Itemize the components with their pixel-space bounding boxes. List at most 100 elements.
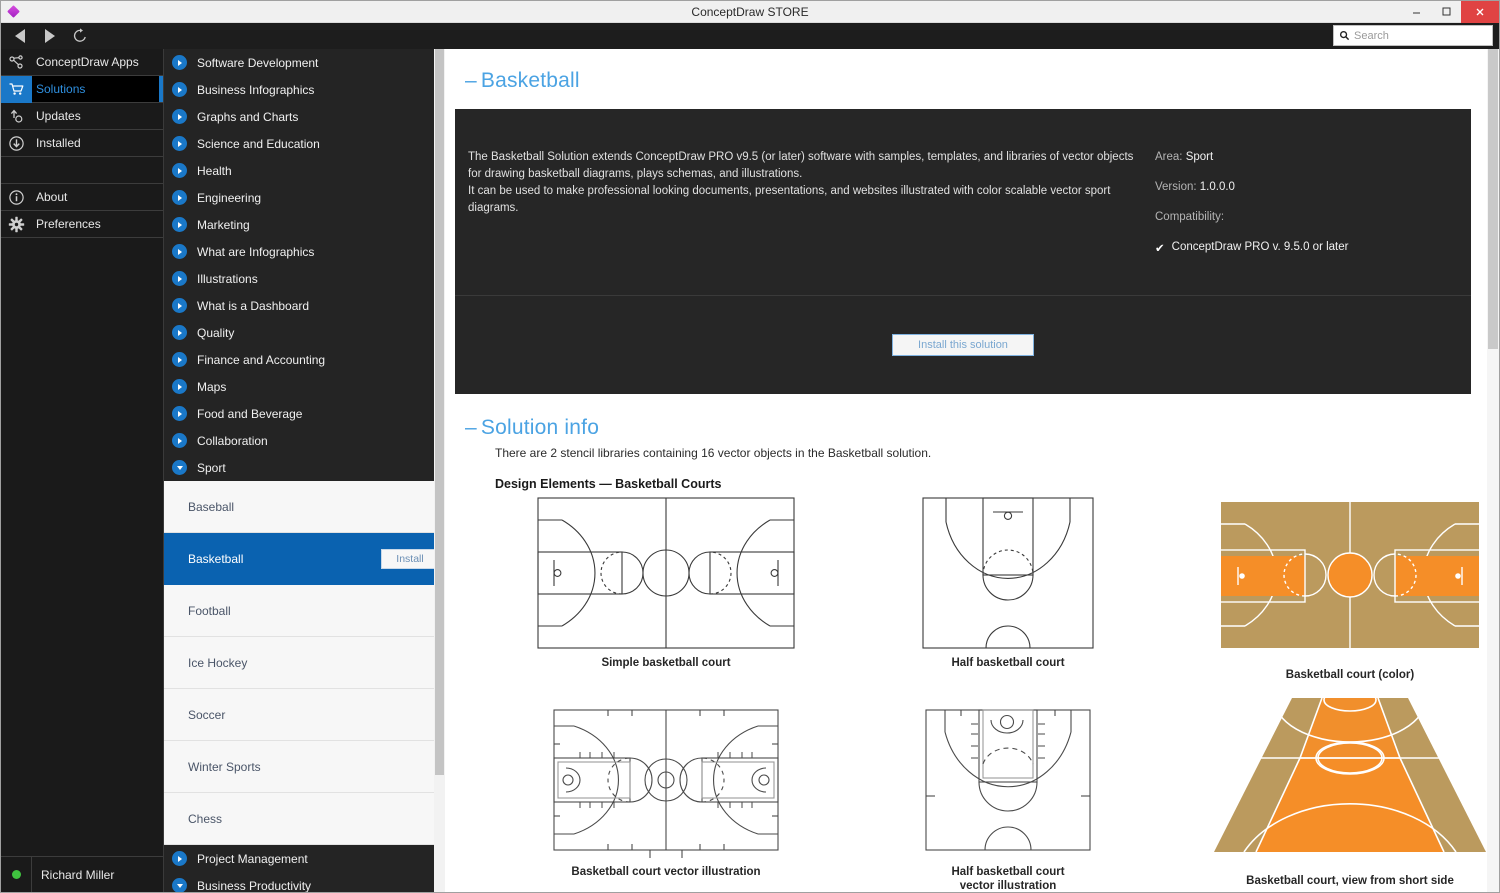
solution-summary-panel: The Basketball Solution extends ConceptD… — [455, 109, 1471, 394]
chevron-right-icon[interactable] — [172, 406, 187, 421]
solution-item-winter-sports[interactable]: Winter Sports — [164, 741, 445, 793]
chevron-right-icon[interactable] — [172, 244, 187, 259]
search-box[interactable] — [1333, 25, 1493, 46]
sidebar-item-installed[interactable]: Installed — [1, 130, 163, 157]
chevron-right-icon[interactable] — [172, 109, 187, 124]
category-item-label: Collaboration — [197, 433, 268, 448]
category-item-business-productivity[interactable]: Business Productivity — [164, 872, 445, 892]
category-item-label: Graphs and Charts — [197, 109, 299, 124]
meta-version: Version: 1.0.0.0 — [1155, 181, 1455, 193]
stencil-item[interactable]: Basketball court (color) — [1179, 497, 1487, 682]
chevron-right-icon[interactable] — [172, 163, 187, 178]
chevron-down-icon[interactable] — [172, 460, 187, 475]
category-item-sport[interactable]: Sport — [164, 454, 445, 481]
category-item-quality[interactable]: Quality — [164, 319, 445, 346]
solution-item-soccer[interactable]: Soccer — [164, 689, 445, 741]
solution-metadata: Area: Sport Version: 1.0.0.0 Compatibili… — [1155, 149, 1455, 255]
forward-arrow-icon[interactable] — [41, 27, 59, 45]
category-item-software-development[interactable]: Software Development — [164, 49, 445, 76]
detail-scrollbar-thumb[interactable] — [1488, 49, 1498, 349]
category-item-marketing[interactable]: Marketing — [164, 211, 445, 238]
close-button[interactable] — [1461, 0, 1499, 23]
stencil-caption: Basketball court, view from short side — [1246, 875, 1454, 887]
category-item-graphs-and-charts[interactable]: Graphs and Charts — [164, 103, 445, 130]
sidebar-item-label: Solutions — [36, 82, 86, 96]
category-item-business-infographics[interactable]: Business Infographics — [164, 76, 445, 103]
sidebar-item-label: Updates — [36, 109, 81, 123]
chevron-right-icon[interactable] — [172, 298, 187, 313]
search-input[interactable] — [1354, 29, 1484, 42]
category-item-project-management[interactable]: Project Management — [164, 845, 445, 872]
category-item-label: Food and Beverage — [197, 406, 303, 421]
chevron-down-icon[interactable] — [172, 878, 187, 892]
collapse-toggle-solution-info[interactable]: – — [465, 416, 477, 439]
solution-item-label: Ice Hockey — [188, 655, 248, 670]
court-full-vector-art — [553, 709, 779, 858]
solution-item-football[interactable]: Football — [164, 585, 445, 637]
category-item-label: Sport — [197, 460, 226, 475]
solution-item-label: Soccer — [188, 707, 226, 722]
sidebar-item-solutions[interactable]: Solutions — [1, 75, 163, 103]
reload-icon[interactable] — [71, 27, 89, 45]
install-button[interactable]: Install — [381, 548, 439, 569]
solution-item-ice-hockey[interactable]: Ice Hockey — [164, 637, 445, 689]
maximize-button[interactable] — [1431, 1, 1461, 23]
chevron-right-icon[interactable] — [172, 190, 187, 205]
category-item-engineering[interactable]: Engineering — [164, 184, 445, 211]
category-item-what-are-infographics[interactable]: What are Infographics — [164, 238, 445, 265]
category-item-illustrations[interactable]: Illustrations — [164, 265, 445, 292]
solution-item-baseball[interactable]: Baseball — [164, 481, 445, 533]
chevron-right-icon[interactable] — [172, 271, 187, 286]
stencil-summary: There are 2 stencil libraries containing… — [495, 446, 932, 460]
sidebar-item-updates[interactable]: Updates — [1, 103, 163, 130]
category-scrollbar[interactable] — [434, 49, 445, 892]
chevron-right-icon[interactable] — [172, 433, 187, 448]
category-list: Software Development Business Infographic… — [164, 49, 445, 892]
meta-area-label: Area: — [1155, 151, 1183, 163]
solution-item-label: Chess — [188, 811, 223, 826]
chevron-right-icon[interactable] — [172, 82, 187, 97]
user-status-bar: Richard Miller — [1, 856, 163, 892]
conceptdraw-diamond-logo-icon — [6, 4, 22, 20]
stencil-item[interactable]: Simple basketball court — [495, 497, 837, 682]
solution-item-label: Basketball — [188, 551, 244, 566]
stencil-item[interactable]: Basketball court, view from short side — [1179, 698, 1487, 892]
chevron-right-icon[interactable] — [172, 352, 187, 367]
court-half-vector-art — [925, 709, 1091, 851]
category-item-food-and-beverage[interactable]: Food and Beverage — [164, 400, 445, 427]
detail-scrollbar[interactable] — [1487, 49, 1499, 892]
stencil-item[interactable]: Basketball court vector illustration — [495, 706, 837, 892]
solution-item-basketball[interactable]: Basketball Install — [164, 533, 445, 585]
solution-item-chess[interactable]: Chess — [164, 793, 445, 845]
category-item-collaboration[interactable]: Collaboration — [164, 427, 445, 454]
sidebar-item-preferences[interactable]: Preferences — [1, 211, 163, 238]
stencil-caption: Simple basketball court — [601, 657, 731, 669]
back-arrow-icon[interactable] — [11, 27, 29, 45]
category-item-label: Engineering — [197, 190, 262, 205]
category-item-finance-and-accounting[interactable]: Finance and Accounting — [164, 346, 445, 373]
chevron-right-icon[interactable] — [172, 136, 187, 151]
category-item-label: Maps — [197, 379, 227, 394]
category-scrollbar-thumb[interactable] — [435, 49, 444, 775]
chevron-right-icon[interactable] — [172, 325, 187, 340]
chevron-right-icon[interactable] — [172, 217, 187, 232]
collapse-toggle-detail[interactable]: – — [465, 69, 477, 92]
minimize-button[interactable] — [1401, 1, 1431, 23]
sidebar-item-about[interactable]: About — [1, 184, 163, 211]
sidebar-item-conceptdraw-apps[interactable]: ConceptDraw Apps — [1, 49, 163, 76]
stencil-caption: Half basketball court vector illustratio… — [951, 866, 1065, 892]
chevron-right-icon[interactable] — [172, 55, 187, 70]
sidebar-item-label: ConceptDraw Apps — [36, 55, 139, 69]
category-item-science-and-education[interactable]: Science and Education — [164, 130, 445, 157]
main-body: ConceptDraw Apps Solutions Updates Insta… — [1, 49, 1499, 892]
left-sidebar: ConceptDraw Apps Solutions Updates Insta… — [1, 49, 164, 892]
category-item-what-is-a-dashboard[interactable]: What is a Dashboard — [164, 292, 445, 319]
chevron-right-icon[interactable] — [172, 379, 187, 394]
install-this-solution-button[interactable]: Install this solution — [892, 334, 1034, 356]
stencil-item[interactable]: Half basketball court vector illustratio… — [837, 706, 1179, 892]
category-item-maps[interactable]: Maps — [164, 373, 445, 400]
stencil-item[interactable]: Half basketball court — [837, 497, 1179, 682]
category-item-health[interactable]: Health — [164, 157, 445, 184]
sidebar-item-label: Installed — [36, 136, 81, 150]
chevron-right-icon[interactable] — [172, 851, 187, 866]
